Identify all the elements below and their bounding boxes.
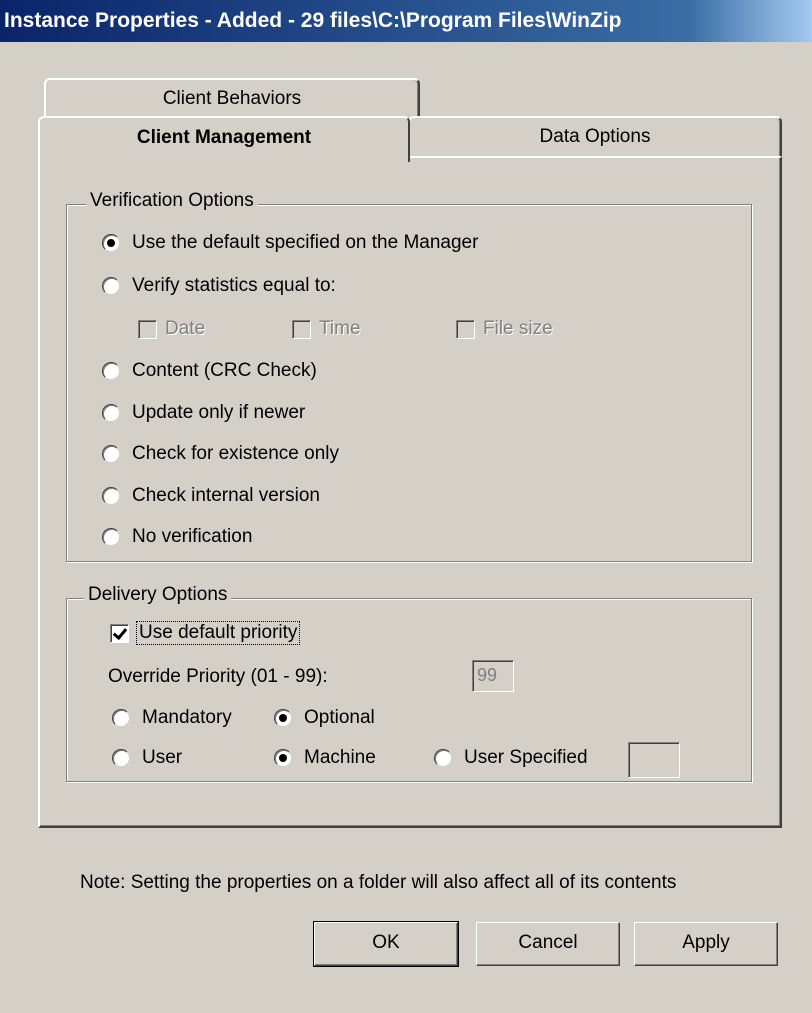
checkbox-use-default-priority[interactable]: Use default priority [110,621,301,645]
radio-icon[interactable] [102,234,120,252]
radio-label: User [142,747,183,768]
radio-label: User Specified [464,747,588,768]
tab-panel: Verification Options Use the default spe… [38,156,782,828]
tab-client-management[interactable]: Client Management [38,116,410,162]
radio-icon[interactable] [102,445,120,463]
checkbox-label: Time [319,318,361,339]
radio-icon[interactable] [112,709,130,727]
radio-update-if-newer[interactable]: Update only if newer [102,402,305,424]
cancel-button[interactable]: Cancel [476,922,620,966]
radio-machine[interactable]: Machine [274,747,376,769]
user-specified-input[interactable] [628,742,680,778]
override-priority-text: Override Priority (01 - 99): [108,666,328,687]
radio-label: Check for existence only [132,443,339,464]
radio-label: Use the default specified on the Manager [132,232,479,253]
radio-icon[interactable] [102,487,120,505]
apply-button[interactable]: Apply [634,922,778,966]
radio-no-verification[interactable]: No verification [102,526,252,548]
checkbox-icon[interactable] [110,623,129,643]
radio-label: Verify statistics equal to: [132,275,336,296]
override-priority-label: Override Priority (01 - 99): [108,666,328,688]
radio-icon[interactable] [102,277,120,295]
checkbox-icon[interactable] [292,319,311,339]
radio-icon[interactable] [102,404,120,422]
checkbox-label: Use default priority [135,621,301,645]
radio-label: Check internal version [132,485,320,506]
radio-optional[interactable]: Optional [274,707,375,729]
checkbox-date[interactable]: Date [138,318,205,340]
radio-check-internal-version[interactable]: Check internal version [102,485,320,507]
radio-label: Mandatory [142,707,232,728]
radio-mandatory[interactable]: Mandatory [112,707,232,729]
radio-label: No verification [132,526,253,547]
checkbox-file-size[interactable]: File size [456,318,553,340]
radio-icon[interactable] [102,362,120,380]
radio-label: Optional [304,707,375,728]
window-title: Instance Properties - Added - 29 files\C… [0,0,812,42]
radio-verify-statistics[interactable]: Verify statistics equal to: [102,275,336,297]
radio-content-crc[interactable]: Content (CRC Check) [102,360,317,382]
radio-icon[interactable] [112,749,130,767]
radio-label: Update only if newer [132,402,306,423]
verification-options-group [66,204,752,562]
checkbox-label: File size [483,318,553,339]
radio-user-specified[interactable]: User Specified [434,747,588,769]
radio-use-default-manager[interactable]: Use the default specified on the Manager [102,232,478,254]
radio-user[interactable]: User [112,747,182,769]
radio-icon[interactable] [274,749,292,767]
checkbox-icon[interactable] [456,319,475,339]
delivery-options-legend: Delivery Options [84,584,232,606]
verification-options-legend: Verification Options [86,190,258,212]
tab-data-options[interactable]: Data Options [408,116,782,158]
override-priority-input[interactable]: 99 [472,660,514,692]
radio-label: Machine [304,747,376,768]
folder-note: Note: Setting the properties on a folder… [80,872,677,893]
ok-button[interactable]: OK [313,921,459,967]
radio-icon[interactable] [434,749,452,767]
radio-icon[interactable] [274,709,292,727]
radio-icon[interactable] [102,528,120,546]
checkbox-time[interactable]: Time [292,318,361,340]
checkbox-icon[interactable] [138,319,157,339]
checkbox-label: Date [165,318,206,339]
radio-label: Content (CRC Check) [132,360,317,381]
radio-check-existence[interactable]: Check for existence only [102,443,339,465]
